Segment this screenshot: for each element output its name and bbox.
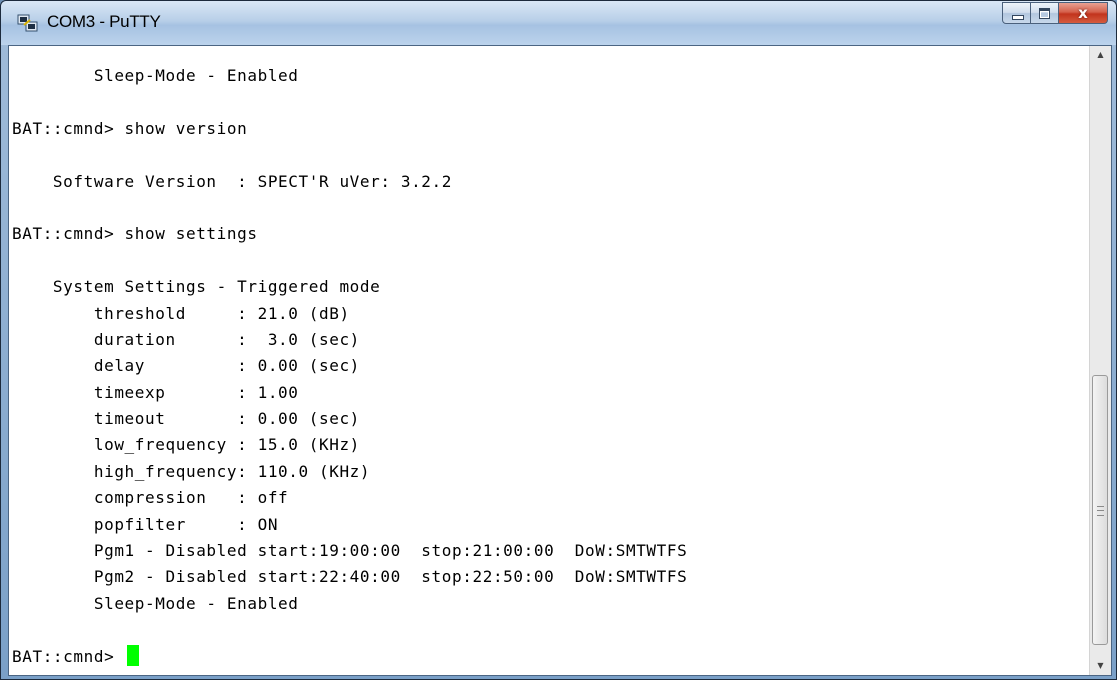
minimize-icon [1003, 3, 1030, 23]
terminal-line-text: BAT::cmnd> show settings [12, 224, 258, 244]
terminal-line: Sleep-Mode - Enabled [12, 591, 687, 617]
terminal-line: threshold : 21.0 (dB) [12, 301, 687, 327]
terminal-line: popfilter : ON [12, 512, 687, 538]
grip-icon [1097, 506, 1104, 516]
terminal-line-text: duration : 3.0 (sec) [12, 329, 360, 349]
terminal-line-text: BAT::cmnd> [12, 646, 125, 666]
close-icon: x [1078, 4, 1088, 22]
scroll-down-button[interactable]: ▼ [1090, 657, 1111, 675]
terminal-line-text: compression : off [12, 488, 289, 508]
terminal-output[interactable]: Sleep-Mode - Enabled BAT::cmnd> show vers… [9, 46, 1089, 675]
terminal-line: Sleep-Mode - Enabled [12, 63, 687, 89]
terminal-line-text: timeexp : 1.00 [12, 382, 299, 402]
terminal-line: timeexp : 1.00 [12, 380, 687, 406]
putty-app-icon[interactable] [17, 13, 39, 33]
terminal-line: low_frequency : 15.0 (KHz) [12, 432, 687, 458]
terminal-line-text: high_frequency: 110.0 (KHz) [12, 461, 371, 481]
terminal-line-text: threshold : 21.0 (dB) [12, 303, 350, 323]
scroll-up-button[interactable]: ▲ [1090, 46, 1111, 64]
terminal-line: BAT::cmnd> show settings [12, 221, 687, 247]
client-area: Sleep-Mode - Enabled BAT::cmnd> show vers… [8, 45, 1112, 676]
terminal-line-text: delay : 0.00 (sec) [12, 356, 360, 376]
window-title: COM3 - PuTTY [47, 12, 161, 31]
putty-window: COM3 - PuTTY x Sleep-Mode - EnabledBAT::… [0, 0, 1117, 680]
minimize-button[interactable] [1002, 2, 1031, 24]
terminal-line: delay : 0.00 (sec) [12, 353, 687, 379]
terminal-lines: Sleep-Mode - Enabled BAT::cmnd> show vers… [12, 63, 687, 670]
maximize-button[interactable] [1031, 2, 1059, 24]
terminal-line-text: System Settings - Triggered mode [12, 277, 381, 297]
terminal-cursor [126, 644, 139, 666]
terminal-line-text: Pgm1 - Disabled start:19:00:00 stop:21:0… [12, 541, 688, 561]
terminal-line-text: Pgm2 - Disabled start:22:40:00 stop:22:5… [12, 567, 688, 587]
terminal-line-text: low_frequency : 15.0 (KHz) [12, 435, 360, 455]
scrollbar-thumb[interactable] [1092, 375, 1108, 645]
title-bar[interactable]: COM3 - PuTTY x [1, 1, 1116, 45]
scroll-down-icon: ▼ [1097, 661, 1104, 670]
terminal-line: BAT::cmnd> show version [12, 116, 687, 142]
terminal-line-text: BAT::cmnd> show version [12, 118, 248, 138]
terminal-line-text: popfilter : ON [12, 514, 279, 534]
close-button[interactable]: x [1059, 2, 1108, 24]
window-controls: x [1002, 2, 1108, 26]
terminal-line: timeout : 0.00 (sec) [12, 406, 687, 432]
terminal-line-text: Software Version : SPECT'R uVer: 3.2.2 [12, 171, 453, 191]
terminal-line: compression : off [12, 485, 687, 511]
terminal-line-text: Sleep-Mode - Enabled [12, 66, 299, 85]
terminal-line: duration : 3.0 (sec) [12, 327, 687, 353]
terminal-line: high_frequency: 110.0 (KHz) [12, 459, 687, 485]
vertical-scrollbar[interactable]: ▲ ▼ [1089, 46, 1111, 675]
terminal-line: Pgm1 - Disabled start:19:00:00 stop:21:0… [12, 538, 687, 564]
maximize-icon [1031, 3, 1058, 23]
terminal-line: Pgm2 - Disabled start:22:40:00 stop:22:5… [12, 564, 687, 590]
scroll-up-icon: ▲ [1097, 50, 1104, 59]
terminal-line-text: Sleep-Mode - Enabled [12, 593, 299, 613]
terminal-line: System Settings - Triggered mode [12, 274, 687, 300]
terminal-line: BAT::cmnd> [12, 644, 687, 670]
terminal-line: Software Version : SPECT'R uVer: 3.2.2 [12, 169, 687, 195]
terminal-line-text: timeout : 0.00 (sec) [12, 409, 360, 429]
